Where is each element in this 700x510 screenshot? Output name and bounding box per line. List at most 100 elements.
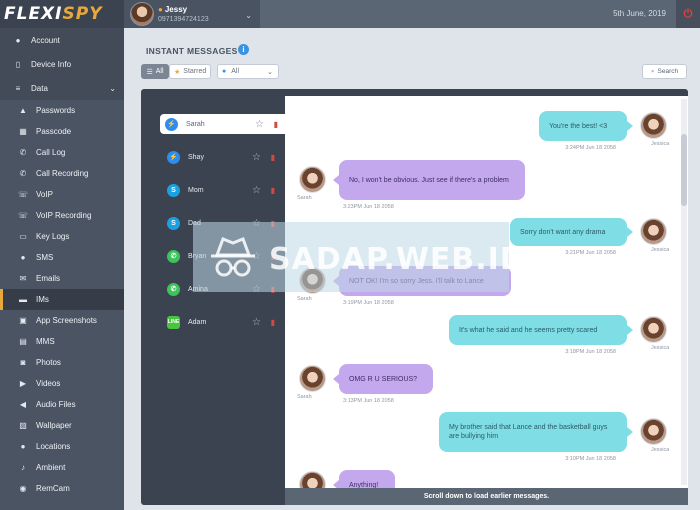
contact-item-shay[interactable]: ⚡ Shay ☆ ▮ — [162, 147, 282, 167]
avatar — [640, 218, 667, 245]
sidebar-item-label: Videos — [36, 379, 61, 388]
message-bubble: It's what he said and he seems pretty sc… — [449, 315, 633, 345]
messenger-icon: ⚡ — [167, 150, 180, 164]
sidebar-item-voip[interactable]: ☏ VoIP — [0, 184, 124, 205]
sidebar-item-call-recording[interactable]: ✆ Call Recording — [0, 163, 124, 184]
sidebar-item-label: VoIP — [36, 190, 53, 199]
skype-icon: S — [167, 216, 180, 230]
star-icon: ★ — [174, 68, 181, 76]
search-button[interactable]: ⌕ Search — [642, 64, 687, 79]
sidebar-item-mms[interactable]: ▤ MMS — [0, 331, 124, 352]
contact-item-mom[interactable]: S Mom ☆ ▮ — [162, 180, 282, 200]
sender-name: Sarah — [297, 296, 312, 302]
sidebar-item-label: Call Recording — [36, 169, 89, 178]
sidebar-item-call-log[interactable]: ✆ Call Log — [0, 142, 124, 163]
sidebar-item-account[interactable]: ● Account — [0, 28, 124, 52]
sidebar-item-audio-files[interactable]: ◀ Audio Files — [0, 394, 124, 415]
trash-icon[interactable]: ▮ — [271, 153, 275, 162]
sidebar-item-data[interactable]: ≡ Data ⌄ — [0, 76, 124, 100]
video-icon: ▶ — [19, 379, 27, 388]
scrollbar-thumb[interactable] — [681, 134, 687, 206]
sidebar-item-label: Audio Files — [36, 400, 76, 409]
load-earlier-bar[interactable]: Scroll down to load earlier messages. — [285, 488, 688, 505]
avatar — [640, 112, 667, 139]
message-bubble: My brother said that Lance and the baske… — [439, 412, 633, 452]
filter-all-button[interactable]: ☰ All — [141, 64, 169, 79]
star-icon[interactable]: ☆ — [252, 152, 261, 163]
top-bar: FLEXISPY ● Jessy 0971394724123 ⌄ 5th June… — [0, 0, 700, 28]
avatar — [299, 166, 326, 193]
conversation-view[interactable]: You're the best! <3 Jessica 3:24PM Jun 18 … — [285, 96, 688, 488]
user-switcher[interactable]: ● Jessy 0971394724123 ⌄ — [124, 0, 260, 28]
sidebar-item-key-logs[interactable]: ▭ Key Logs — [0, 226, 124, 247]
sidebar-item-label: App Screenshots — [36, 316, 97, 325]
sidebar-item-ims[interactable]: ▬ IMs — [0, 289, 124, 310]
chevron-down-icon[interactable]: ⌄ — [245, 11, 252, 20]
sidebar: ● Account ▯ Device Info ≡ Data ⌄ ▲ Passwo… — [0, 28, 124, 510]
sidebar-item-passcode[interactable]: ▦ Passcode — [0, 121, 124, 142]
sidebar-item-label: Wallpaper — [36, 421, 72, 430]
sidebar-item-wallpaper[interactable]: ▨ Wallpaper — [0, 415, 124, 436]
sender-name: Jessica — [651, 345, 670, 351]
sidebar-item-device-info[interactable]: ▯ Device Info — [0, 52, 124, 76]
avatar — [299, 471, 326, 488]
sidebar-item-ambient[interactable]: ♪ Ambient — [0, 457, 124, 478]
info-icon[interactable]: i — [238, 44, 249, 55]
message-text: You're the best! <3 — [549, 122, 608, 130]
message-timestamp: 3:23PM Jun 18 2058 — [343, 204, 394, 210]
sidebar-item-emails[interactable]: ✉ Emails — [0, 268, 124, 289]
trash-icon[interactable]: ▮ — [271, 186, 275, 195]
app-filter-select[interactable]: ● All ⌄ — [217, 64, 279, 79]
spy-icon — [211, 237, 255, 277]
contact-name: Mom — [188, 186, 204, 194]
sidebar-item-photos[interactable]: ◙ Photos — [0, 352, 124, 373]
contact-name: Adam — [188, 318, 207, 326]
message-timestamp: 3:13PM Jun 18 2058 — [343, 398, 394, 404]
sidebar-item-label: Ambient — [36, 463, 66, 472]
user-name: Jessy — [164, 4, 188, 14]
search-icon: ⌕ — [650, 67, 655, 75]
power-icon[interactable]: ⏻ — [676, 0, 700, 28]
trash-icon[interactable]: ▮ — [271, 318, 275, 327]
message-bubble: Anything! — [333, 470, 395, 488]
star-icon[interactable]: ☆ — [255, 119, 264, 130]
star-icon[interactable]: ☆ — [252, 317, 261, 328]
contact-name: Sarah — [186, 120, 205, 128]
speaker-icon: ◀ — [19, 400, 27, 409]
phone-recording-icon: ✆ — [19, 169, 27, 178]
user-phone: 0971394724123 — [158, 15, 209, 23]
scrollbar[interactable] — [681, 99, 687, 485]
envelope-icon: ✉ — [19, 274, 27, 283]
sidebar-item-sms[interactable]: ● SMS — [0, 247, 124, 268]
trash-icon[interactable]: ▮ — [274, 120, 278, 129]
message-text: It's what he said and he seems pretty sc… — [459, 326, 598, 334]
sidebar-item-voip-recording[interactable]: ☏ VoIP Recording — [0, 205, 124, 226]
phone-icon: ✆ — [19, 148, 27, 157]
avatar — [299, 365, 326, 392]
message-bubble: No, I won't be obvious. Just see if ther… — [333, 160, 525, 200]
app-logo[interactable]: FLEXISPY — [0, 0, 124, 28]
avatar — [640, 316, 667, 343]
contact-item-sarah[interactable]: ⚡ Sarah ☆ ▮ — [160, 114, 285, 134]
sidebar-item-videos[interactable]: ▶ Videos — [0, 373, 124, 394]
skype-icon: S — [167, 183, 180, 197]
message-text: No, I won't be obvious. Just see if ther… — [349, 176, 509, 184]
message-text: My brother said that Lance and the baske… — [449, 424, 608, 440]
sidebar-item-remcam[interactable]: ◉ RemCam — [0, 478, 124, 499]
contact-item-adam[interactable]: LINE Adam ☆ ▮ — [162, 312, 282, 332]
chevron-down-icon: ⌄ — [109, 83, 116, 93]
sidebar-item-locations[interactable]: ● Locations — [0, 436, 124, 457]
sidebar-item-passwords[interactable]: ▲ Passwords — [0, 100, 124, 121]
chevron-down-icon: ⌄ — [267, 68, 273, 76]
sidebar-item-app-screenshots[interactable]: ▣ App Screenshots — [0, 310, 124, 331]
star-icon[interactable]: ☆ — [252, 185, 261, 196]
message-timestamp: 3:18PM Jun 18 2058 — [565, 349, 616, 355]
mms-icon: ▤ — [19, 337, 27, 346]
watermark: SADAP.WEB.ID — [193, 222, 525, 292]
filter-starred-button[interactable]: ★ Starred — [169, 64, 211, 79]
watermark-text: SADAP.WEB.ID — [269, 242, 526, 277]
message-text: OMG R U SERIOUS? — [349, 375, 418, 383]
database-icon: ≡ — [15, 83, 21, 93]
message-timestamp: 3:10PM Jun 18 2058 — [565, 456, 616, 462]
user-icon: ● — [15, 35, 21, 45]
